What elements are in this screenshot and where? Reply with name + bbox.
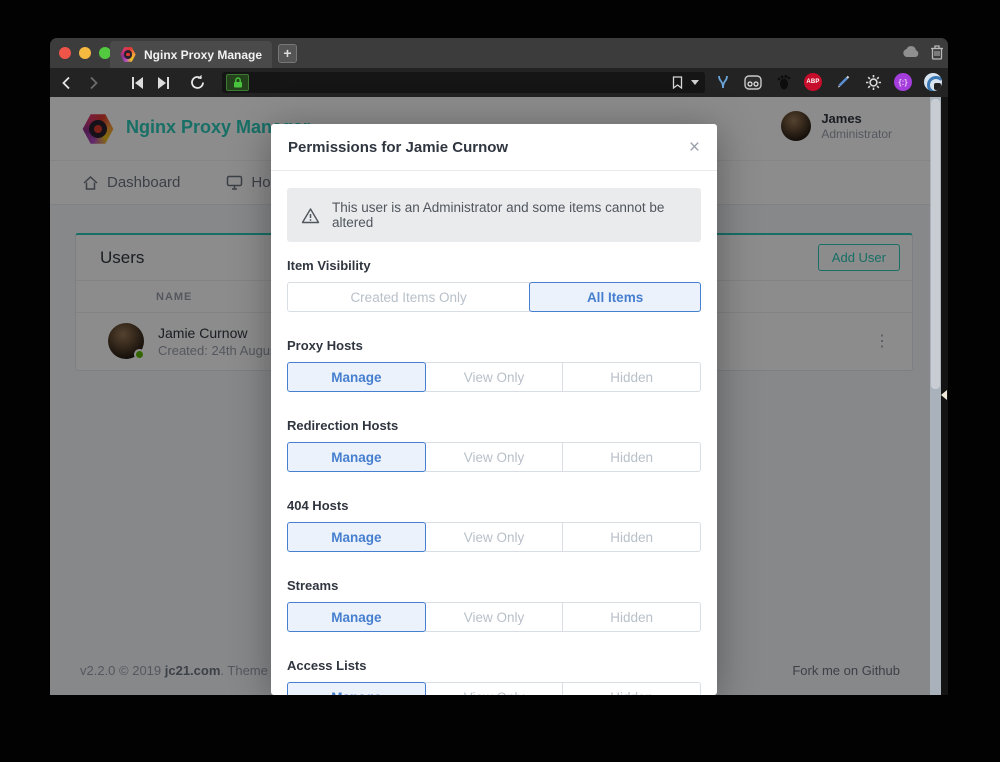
minimize-window-button[interactable] (79, 47, 91, 59)
option-view-only[interactable]: View Only (425, 522, 564, 552)
option-view-only[interactable]: View Only (425, 602, 564, 632)
section-label: Access Lists (287, 658, 701, 673)
section-item-visibility: Item Visibility Created Items Only All I… (287, 258, 701, 312)
admin-warning-alert: This user is an Administrator and some i… (287, 188, 701, 242)
fast-forward-icon[interactable] (150, 71, 176, 95)
rewind-icon[interactable] (124, 71, 150, 95)
option-manage[interactable]: Manage (287, 682, 426, 695)
section-label: 404 Hosts (287, 498, 701, 513)
extension-adblock-icon[interactable]: ABP (802, 71, 824, 93)
modal-title: Permissions for Jamie Curnow (288, 139, 508, 156)
option-manage[interactable]: Manage (287, 522, 426, 552)
bookmark-dropdown-icon[interactable] (691, 80, 699, 85)
option-hidden[interactable]: Hidden (562, 362, 701, 392)
extension-gnome-foot-icon[interactable] (772, 71, 794, 93)
option-manage[interactable]: Manage (287, 602, 426, 632)
extension-privacy-icon[interactable] (922, 71, 944, 93)
option-view-only[interactable]: View Only (425, 682, 564, 695)
close-window-button[interactable] (59, 47, 71, 59)
section-streams: Streams Manage View Only Hidden (287, 578, 701, 632)
section-access-lists: Access Lists Manage View Only Hidden (287, 658, 701, 695)
extension-pen-icon[interactable] (832, 71, 854, 93)
new-tab-button[interactable]: + (278, 44, 297, 63)
option-all-items[interactable]: All Items (529, 282, 701, 312)
scrollbar-thumb[interactable] (931, 99, 940, 389)
option-created-items-only[interactable]: Created Items Only (287, 282, 530, 312)
section-404-hosts: 404 Hosts Manage View Only Hidden (287, 498, 701, 552)
option-hidden[interactable]: Hidden (562, 602, 701, 632)
trash-icon[interactable] (930, 44, 944, 60)
option-hidden[interactable]: Hidden (562, 442, 701, 472)
panel-toggle-arrow[interactable] (941, 390, 947, 400)
extension-goggles-icon[interactable] (742, 71, 764, 93)
page-scrollbar[interactable] (930, 97, 941, 695)
desktop: Nginx Proxy Manager + (0, 0, 1000, 762)
browser-viewport: Nginx Proxy Manager James Administrator … (50, 97, 948, 695)
address-bar[interactable] (222, 72, 705, 93)
back-icon[interactable] (54, 71, 80, 95)
sync-cloud-icon[interactable] (902, 46, 920, 58)
option-manage[interactable]: Manage (287, 362, 426, 392)
extension-settings-gear-icon[interactable] (862, 71, 884, 93)
permissions-modal: Permissions for Jamie Curnow × This user… (271, 124, 717, 695)
warning-triangle-icon (301, 207, 320, 224)
browser-toolbar: ABP {:} (50, 68, 948, 97)
option-view-only[interactable]: View Only (425, 362, 564, 392)
ssl-lock-icon[interactable] (226, 74, 249, 91)
bookmark-icon[interactable] (672, 76, 683, 89)
section-label: Redirection Hosts (287, 418, 701, 433)
tab-title: Nginx Proxy Manager (144, 48, 262, 62)
option-view-only[interactable]: View Only (425, 442, 564, 472)
section-redirection-hosts: Redirection Hosts Manage View Only Hidde… (287, 418, 701, 472)
section-label: Item Visibility (287, 258, 701, 273)
favicon (120, 47, 136, 63)
browser-window: Nginx Proxy Manager + (50, 38, 948, 695)
extension-fork-icon[interactable] (712, 71, 734, 93)
option-hidden[interactable]: Hidden (562, 522, 701, 552)
extension-purple-icon[interactable]: {:} (892, 71, 914, 93)
option-manage[interactable]: Manage (287, 442, 426, 472)
modal-close-icon[interactable]: × (689, 138, 700, 157)
section-label: Proxy Hosts (287, 338, 701, 353)
section-label: Streams (287, 578, 701, 593)
panel-edge (941, 97, 948, 695)
section-proxy-hosts: Proxy Hosts Manage View Only Hidden (287, 338, 701, 392)
option-hidden[interactable]: Hidden (562, 682, 701, 695)
forward-icon[interactable] (80, 71, 106, 95)
reload-icon[interactable] (184, 71, 210, 95)
window-controls (59, 47, 111, 59)
browser-tab[interactable]: Nginx Proxy Manager (110, 41, 272, 68)
browser-titlebar: Nginx Proxy Manager + (50, 38, 948, 68)
alert-text: This user is an Administrator and some i… (332, 200, 687, 230)
